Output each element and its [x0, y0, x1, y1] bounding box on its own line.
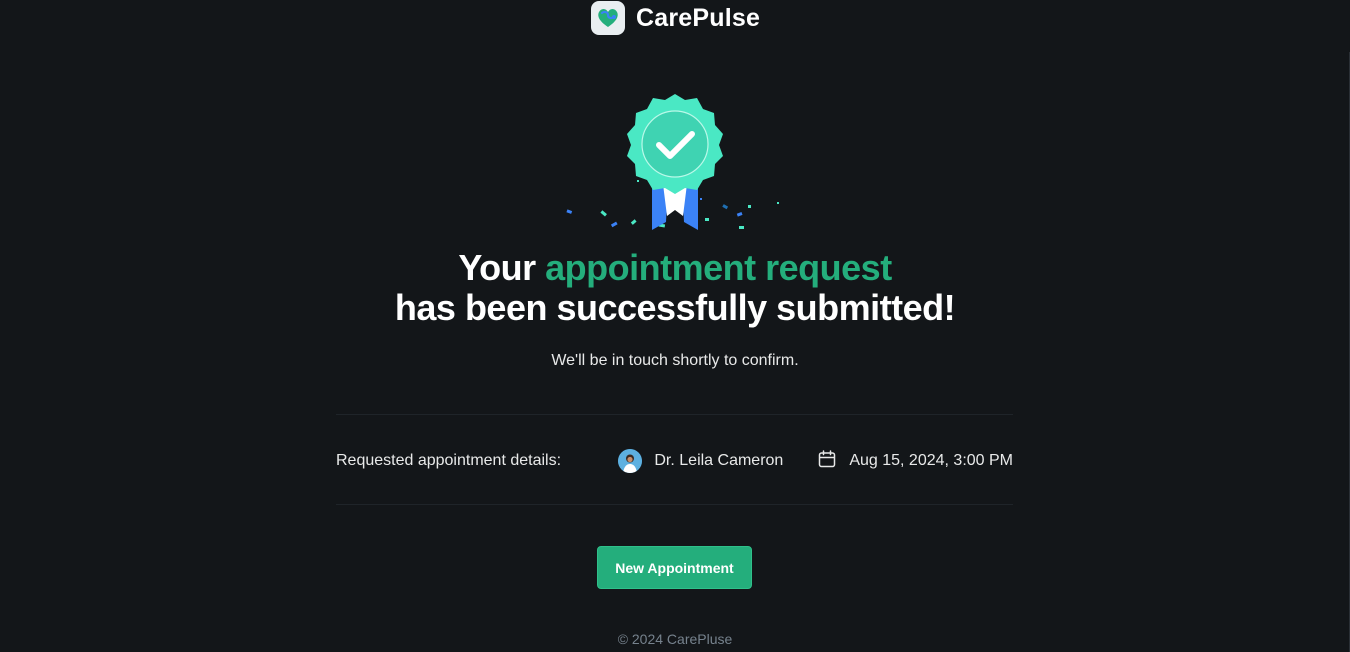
- check-badge-icon: [566, 94, 779, 230]
- heart-stethoscope-icon: [591, 1, 625, 35]
- brand-logo[interactable]: CarePulse: [591, 0, 760, 36]
- title-part-2: has been successfully submitted!: [394, 287, 956, 328]
- title-part-1: Your: [458, 247, 546, 288]
- success-page: CarePulse Your appointment request has b…: [0, 0, 1350, 652]
- new-appointment-button[interactable]: New Appointment: [597, 546, 752, 589]
- doctor-avatar: [618, 449, 643, 473]
- title-highlight: appointment request: [545, 247, 892, 288]
- divider-top: [336, 414, 1013, 415]
- brand-name: CarePulse: [636, 3, 761, 32]
- doctor-info: Dr. Leila Cameron: [618, 449, 783, 473]
- divider-bottom: [336, 504, 1013, 505]
- success-title: Your appointment request has been succes…: [0, 248, 1350, 328]
- details-label: Requested appointment details:: [336, 452, 562, 469]
- calendar-icon: [817, 449, 837, 474]
- success-subtitle: We'll be in touch shortly to confirm.: [551, 352, 799, 369]
- doctor-name: Dr. Leila Cameron: [654, 452, 784, 469]
- footer-copyright: © 2024 CarePluse: [617, 631, 733, 647]
- appointment-details: Requested appointment details: Dr. Leila…: [336, 447, 1013, 475]
- appointment-datetime: Aug 15, 2024, 3:00 PM: [849, 452, 1013, 469]
- appointment-date: Aug 15, 2024, 3:00 PM: [817, 449, 1013, 474]
